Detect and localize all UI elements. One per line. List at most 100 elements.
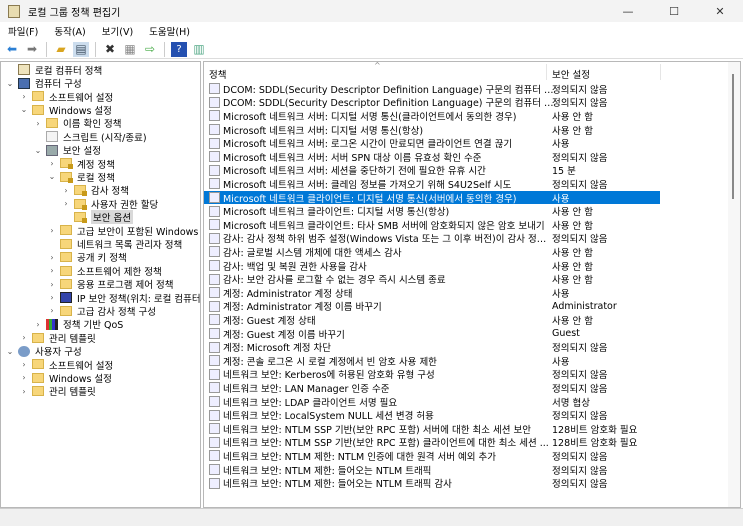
tree-item[interactable]: › 정책 기반 QoS	[33, 318, 123, 331]
table-row[interactable]: 네트워크 보안: LAN Manager 인증 수준 정의되지 않음	[204, 381, 660, 395]
tree-item[interactable]: › 계정 정책	[47, 157, 115, 171]
chevron-right-icon[interactable]: ›	[47, 266, 57, 275]
column-divider[interactable]	[660, 64, 661, 80]
tree-item[interactable]: › 관리 템플릿	[19, 385, 96, 398]
close-button[interactable]: ✕	[697, 0, 743, 22]
table-row[interactable]: Microsoft 네트워크 클라이언트: 타사 SMB 서버에 암호화되지 않…	[204, 218, 660, 232]
table-row[interactable]: 계정: Guest 계정 이름 바꾸기 Guest	[204, 327, 660, 341]
table-row[interactable]: 네트워크 보안: NTLM SSP 기반(보안 RPC 포함) 클라이언트에 대…	[204, 436, 660, 449]
table-row[interactable]: 계정: Microsoft 계정 차단 정의되지 않음	[204, 340, 660, 354]
export-icon[interactable]: ⇨	[142, 42, 158, 57]
help-icon[interactable]: ?	[171, 41, 187, 57]
chevron-down-icon[interactable]: ⌄	[5, 347, 15, 356]
chevron-right-icon[interactable]: ›	[47, 159, 57, 168]
menu-action[interactable]: 동작(A)	[46, 24, 93, 38]
up-folder-icon[interactable]: ▰	[53, 42, 69, 57]
show-hide-tree-icon[interactable]: ▤	[73, 41, 89, 57]
vertical-scrollbar[interactable]	[728, 62, 740, 507]
table-row[interactable]: 계정: Guest 계정 상태 사용 안 함	[204, 313, 660, 327]
tree-item[interactable]: ⌄ 컴퓨터 구성	[5, 76, 82, 90]
table-row[interactable]: DCOM: SDDL(Security Descriptor Definitio…	[204, 82, 660, 96]
tree-item[interactable]: › 사용자 권한 할당	[61, 197, 158, 211]
chevron-right-icon[interactable]: ›	[47, 280, 57, 289]
chevron-right-icon[interactable]: ›	[47, 226, 57, 235]
chevron-down-icon[interactable]: ⌄	[33, 146, 43, 155]
table-row[interactable]: 네트워크 보안: NTLM 제한: 들어오는 NTLM 트래픽 감사 정의되지 않…	[204, 476, 660, 490]
minimize-button[interactable]: —	[605, 0, 651, 22]
tree-item[interactable]: › IP 보안 정책(위치: 로컬 컴퓨터)	[47, 291, 200, 305]
table-row[interactable]: 감사: 백업 및 복원 권한 사용을 감사 사용 안 함	[204, 259, 660, 273]
tree-item[interactable]: ⌄ Windows 설정	[19, 103, 112, 117]
tree-item[interactable]: › 감사 정책	[61, 184, 129, 197]
tree-item[interactable]: › 소프트웨어 설정	[19, 90, 113, 104]
column-header-setting[interactable]: 보안 설정	[552, 67, 590, 81]
tree-item[interactable]: 네트워크 목록 관리자 정책	[47, 237, 182, 251]
chevron-down-icon[interactable]: ⌄	[19, 105, 29, 114]
tree-item[interactable]: ⌄ 보안 설정	[33, 143, 101, 157]
menu-help[interactable]: 도움말(H)	[141, 24, 198, 38]
chevron-right-icon[interactable]: ›	[19, 373, 29, 382]
forward-icon[interactable]: ➡	[24, 42, 40, 57]
table-row[interactable]: Microsoft 네트워크 서버: 클레임 정보를 가져오기 위해 S4U2S…	[204, 177, 660, 191]
properties-icon[interactable]: ▦	[122, 42, 138, 57]
table-row[interactable]: DCOM: SDDL(Security Descriptor Definitio…	[204, 96, 660, 109]
table-row[interactable]: Microsoft 네트워크 서버: 세션을 중단하기 전에 필요한 유휴 시간…	[204, 164, 660, 177]
show-action-pane-icon[interactable]: ▥	[191, 42, 207, 57]
table-row[interactable]: Microsoft 네트워크 클라이언트: 디지털 서명 통신(항상) 사용 안 …	[204, 204, 660, 218]
tree-item[interactable]: › 관리 템플릿	[19, 331, 96, 345]
chevron-down-icon[interactable]: ⌄	[47, 172, 57, 181]
chevron-right-icon[interactable]: ›	[19, 387, 29, 396]
table-row[interactable]: 계정: Administrator 계정 이름 바꾸기 Administrator	[204, 300, 660, 313]
table-row[interactable]: 네트워크 보안: NTLM 제한: NTLM 인증에 대한 원격 서버 예외 추…	[204, 449, 660, 463]
chevron-right-icon[interactable]: ›	[47, 253, 57, 262]
table-row[interactable]: 네트워크 보안: NTLM SSP 기반(보안 RPC 포함) 서버에 대한 최…	[204, 422, 660, 436]
tree-item[interactable]: › 공개 키 정책	[47, 251, 127, 264]
table-row[interactable]: 감사: 글로벌 시스템 개체에 대한 액세스 감사 사용 안 함	[204, 245, 660, 259]
menu-file[interactable]: 파일(F)	[0, 24, 46, 38]
tree-item[interactable]: › 고급 보안이 포함된 Windows Defender 방화벽	[47, 224, 200, 238]
policy-name: 계정: Guest 계정 상태	[223, 315, 316, 327]
tree-item[interactable]: 보안 옵션	[61, 210, 133, 225]
back-icon[interactable]: ⬅	[4, 42, 20, 57]
maximize-button[interactable]: ☐	[651, 0, 697, 22]
chevron-right-icon[interactable]: ›	[33, 320, 43, 329]
tree-item[interactable]: › 고급 감사 정책 구성	[47, 304, 156, 318]
tree-item[interactable]: ⌄ 로컬 정책	[47, 170, 115, 184]
tree-item[interactable]: 로컬 컴퓨터 정책	[5, 63, 102, 77]
table-row[interactable]: Microsoft 네트워크 서버: 서버 SPN 대상 이름 유효성 확인 수…	[204, 150, 660, 164]
table-row[interactable]: 네트워크 보안: Kerberos에 허용된 암호화 유형 구성 정의되지 않음	[204, 368, 660, 381]
tree-item[interactable]: ⌄ 사용자 구성	[5, 344, 82, 358]
table-row[interactable]: 감사: 감사 정책 하위 범주 설정(Windows Vista 또는 그 이후…	[204, 232, 660, 245]
column-divider[interactable]	[546, 64, 547, 80]
menu-view[interactable]: 보기(V)	[94, 24, 141, 38]
chevron-right-icon[interactable]: ›	[19, 92, 29, 101]
policy-setting: 사용	[552, 288, 570, 300]
table-row[interactable]: Microsoft 네트워크 서버: 로그온 시간이 만료되면 클라이언트 연결…	[204, 136, 660, 150]
tree-item[interactable]: › 소프트웨어 설정	[19, 358, 113, 372]
table-row[interactable]: 계정: Administrator 계정 상태 사용	[204, 286, 660, 300]
table-row[interactable]: Microsoft 네트워크 클라이언트: 디지털 서명 통신(서버에서 동의한…	[204, 190, 660, 205]
chevron-right-icon[interactable]: ›	[47, 306, 57, 315]
scrollbar-thumb[interactable]	[732, 74, 734, 199]
tree-item[interactable]: › 소프트웨어 제한 정책	[47, 264, 162, 278]
chevron-right-icon[interactable]: ›	[47, 293, 57, 302]
column-header-policy[interactable]: 정책	[209, 67, 226, 81]
table-row[interactable]: 네트워크 보안: LDAP 클라이언트 서명 필요 서명 협상	[204, 395, 660, 409]
chevron-down-icon[interactable]: ⌄	[5, 79, 15, 88]
table-row[interactable]: Microsoft 네트워크 서버: 디지털 서명 통신(클라이언트에서 동의한…	[204, 109, 660, 123]
delete-icon[interactable]: ✖	[102, 42, 118, 57]
tree-item[interactable]: 스크립트 (시작/종료)	[33, 130, 147, 144]
table-row[interactable]: 네트워크 보안: LocalSystem NULL 세션 변경 허용 정의되지 않…	[204, 408, 660, 422]
table-row[interactable]: 계정: 콘솔 로그온 시 로컬 계정에서 빈 암호 사용 제한 사용	[204, 354, 660, 368]
table-row[interactable]: 감사: 보안 감사를 로그할 수 없는 경우 즉시 시스템 종료 사용 안 함	[204, 272, 660, 286]
chevron-right-icon[interactable]: ›	[19, 360, 29, 369]
tree-item[interactable]: › 이름 확인 정책	[33, 117, 121, 130]
table-row[interactable]: Microsoft 네트워크 서버: 디지털 서명 통신(항상) 사용 안 함	[204, 123, 660, 137]
tree-item[interactable]: › Windows 설정	[19, 371, 112, 385]
tree-item[interactable]: › 응용 프로그램 제어 정책	[47, 277, 173, 291]
chevron-right-icon[interactable]: ›	[19, 333, 29, 342]
table-row[interactable]: 네트워크 보안: NTLM 제한: 들어오는 NTLM 트래픽 정의되지 않음	[204, 463, 660, 477]
chevron-right-icon[interactable]: ›	[61, 199, 71, 208]
chevron-right-icon[interactable]: ›	[33, 119, 43, 128]
chevron-right-icon[interactable]: ›	[61, 186, 71, 195]
